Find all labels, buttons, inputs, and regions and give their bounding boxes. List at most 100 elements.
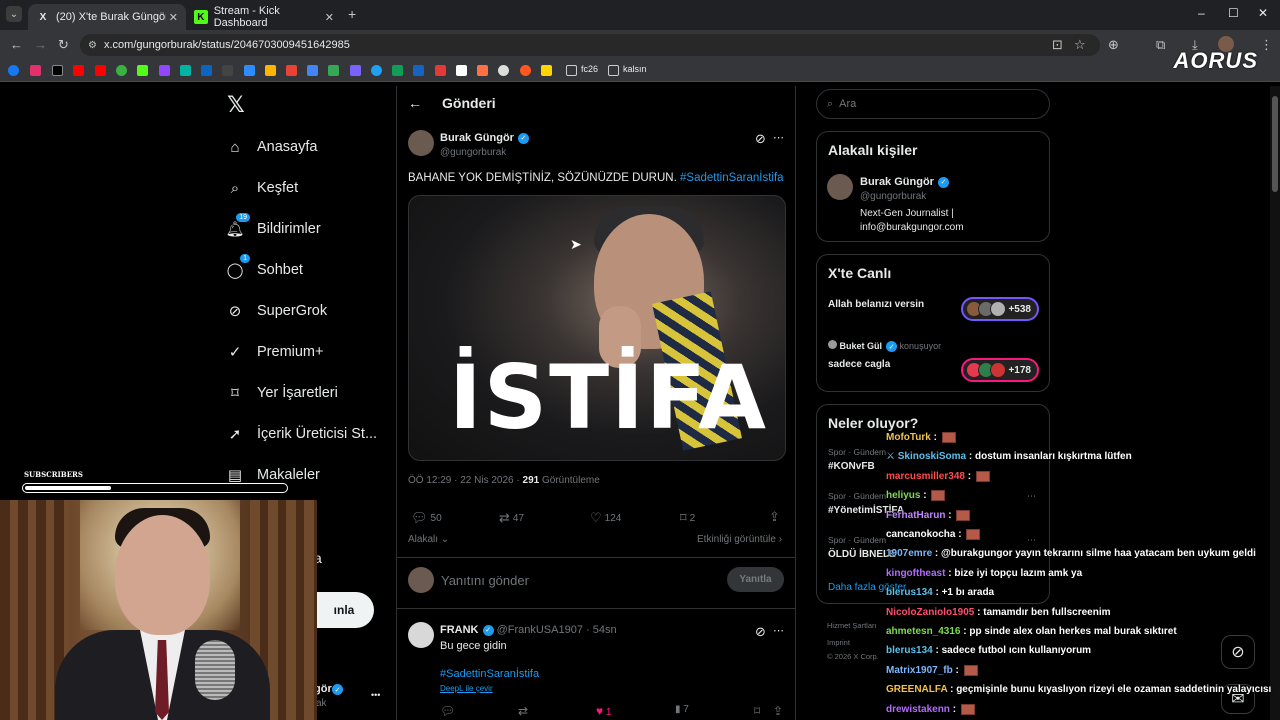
reply-hashtag-link[interactable]: #SadettinSaranİstifa (440, 668, 539, 680)
chat-username[interactable]: GREENALFA (886, 684, 947, 695)
bookmark-youtube-icon[interactable] (73, 65, 84, 76)
chat-username[interactable]: SkinoskiSoma (898, 451, 966, 462)
trend-more-icon[interactable]: ⋯ (1027, 491, 1036, 502)
person-name[interactable]: Burak Güngör ✓ (860, 176, 949, 188)
chat-username[interactable]: cancanokocha (886, 529, 955, 540)
bookmark-folder-fc26[interactable]: fc26 (581, 64, 598, 74)
space-listeners-pill[interactable]: +178 (961, 358, 1039, 382)
reply-more-icon[interactable]: ⋯ (773, 624, 784, 637)
scrollbar-thumb[interactable] (1272, 96, 1278, 192)
nav-creator-studio[interactable]: ➚ İçerik Üreticisi St... (226, 425, 377, 443)
reply-icon[interactable]: 💬︎ (440, 704, 455, 718)
bookmark-folder-kalsin[interactable]: kalsın (623, 64, 647, 74)
view-activity-link[interactable]: Etkinliği görüntüle › (697, 534, 782, 545)
space-title[interactable]: sadece cagla (828, 359, 890, 370)
window-close-button[interactable]: ✕ (1258, 6, 1268, 20)
forward-button[interactable]: → (34, 37, 47, 52)
chat-username[interactable]: 1907emre (886, 548, 932, 559)
bookmark-app-icon[interactable] (477, 65, 488, 76)
nav-home[interactable]: ⌂ Anasayfa (226, 138, 317, 156)
bookmark-gmail-icon[interactable] (286, 65, 297, 76)
hashtag-link[interactable]: #SadettinSaranİstifa (680, 172, 784, 184)
author-avatar[interactable] (408, 130, 434, 156)
bookmark-app-icon[interactable] (520, 65, 531, 76)
share-icon[interactable]: ⇪ (769, 509, 780, 525)
person-handle[interactable]: @gungorburak (860, 191, 926, 202)
bookmark-facebook-icon[interactable] (8, 65, 19, 76)
reload-button[interactable]: ↻ (58, 37, 69, 53)
bookmark-drive-icon[interactable] (328, 65, 339, 76)
close-tab-icon[interactable]: ✕ (169, 11, 178, 24)
bookmark-app-icon[interactable] (180, 65, 191, 76)
reply-author-avatar[interactable] (408, 622, 434, 648)
post-image[interactable]: İSTİFA (408, 195, 786, 461)
author-name[interactable]: Burak Güngör ✓ (440, 132, 529, 144)
minimize-button[interactable]: – (1198, 6, 1205, 20)
bookmark-app-icon[interactable] (435, 65, 446, 76)
bookmark-app-icon[interactable] (265, 65, 276, 76)
site-info-icon[interactable]: ⚙ (88, 40, 97, 51)
bookmark-linkedin-icon[interactable] (201, 65, 212, 76)
chat-username[interactable]: ahmetesn_4316 (886, 626, 961, 637)
grok-icon[interactable]: ⊘ (755, 624, 766, 640)
bookmark-app-icon[interactable] (456, 65, 467, 76)
bookmark-app-icon[interactable] (222, 65, 233, 76)
bookmark-app-icon[interactable] (392, 65, 403, 76)
grok-icon[interactable]: ⊘ (755, 131, 766, 147)
tab-x-post[interactable]: X (20) X'te Burak Güngör: "BAHAN ✕ (28, 4, 186, 30)
chat-username[interactable]: drewistakenn (886, 704, 950, 715)
account-menu-icon[interactable]: ••• (371, 690, 380, 700)
bookmark-app-icon[interactable] (498, 65, 509, 76)
translate-link[interactable]: DeepL ile çevir (440, 684, 493, 693)
chat-username[interactable]: Matrix1907_fb (886, 665, 953, 676)
footer-terms-link[interactable]: Hizmet Şartları (827, 621, 877, 630)
reply-stat[interactable]: 💬︎ 50 (411, 510, 442, 526)
post-more-icon[interactable]: ⋯ (773, 131, 784, 144)
chat-username[interactable]: FerhatHarun (886, 510, 945, 521)
bookmark-app-icon[interactable] (244, 65, 255, 76)
grok-float-button[interactable]: ⊘ (1221, 635, 1255, 669)
extension-icon[interactable]: ⊕ (1108, 37, 1119, 53)
extensions-puzzle-icon[interactable]: ⧉ (1156, 37, 1165, 53)
repost-icon[interactable]: ⇄ (518, 704, 528, 718)
chat-username[interactable]: NicoloZaniolo1905 (886, 607, 974, 618)
star-icon[interactable]: ☆ (1074, 37, 1086, 53)
back-button[interactable]: ← (10, 37, 23, 52)
person-avatar[interactable] (827, 174, 853, 200)
bookmark-app-icon[interactable] (413, 65, 424, 76)
footer-imprint-link[interactable]: Imprint (827, 638, 850, 647)
reply-views-stat[interactable]: ▮ 7 (675, 704, 689, 715)
bookmark-icon[interactable]: ⌑ (754, 704, 760, 718)
chat-username[interactable]: kingoftheast (886, 568, 945, 579)
nav-messages[interactable]: ◯ 1 Sohbet (226, 254, 303, 279)
maximize-button[interactable]: ☐ (1228, 6, 1239, 20)
page-scrollbar[interactable] (1270, 86, 1280, 720)
nav-articles[interactable]: ▤ Makaleler (226, 466, 320, 484)
bookmark-twitch-icon[interactable] (159, 65, 170, 76)
bookmark-green-icon[interactable] (116, 65, 127, 76)
repost-stat[interactable]: ⇄ 47 (499, 510, 524, 526)
reply-like-stat[interactable]: ♥ 1 (596, 704, 611, 718)
install-icon[interactable]: ⊡ (1052, 37, 1063, 53)
bookmark-instagram-icon[interactable] (30, 65, 41, 76)
x-logo[interactable]: 𝕏 (227, 92, 245, 118)
bookmark-app-icon[interactable] (541, 65, 552, 76)
chat-username[interactable]: blerus134 (886, 645, 933, 656)
url-field[interactable]: ⚙ x.com/gungorburak/status/2046703009451… (80, 34, 1100, 56)
chat-username[interactable]: marcusmiller348 (886, 471, 965, 482)
bookmark-app-icon[interactable] (371, 65, 382, 76)
like-stat[interactable]: ♡ 124 (590, 510, 621, 526)
reply-input[interactable]: Yanıtını gönder (441, 573, 529, 588)
nav-bookmarks[interactable]: ⌑ Yer İşaretleri (226, 384, 338, 402)
trend-item[interactable]: #KONvFB (828, 461, 875, 472)
tab-search-button[interactable]: ⌄ (6, 6, 22, 22)
nav-explore[interactable]: ⌕ Keşfet (226, 179, 298, 197)
bookmark-docs-icon[interactable] (307, 65, 318, 76)
share-icon[interactable]: ⇪ (773, 704, 783, 718)
chat-username[interactable]: blerus134 (886, 587, 933, 598)
space-listeners-pill[interactable]: +538 (961, 297, 1039, 321)
bookmark-kick-icon[interactable] (137, 65, 148, 76)
back-arrow-icon[interactable]: ← (408, 95, 422, 111)
reply-button[interactable]: Yanıtla (727, 567, 784, 592)
nav-premium[interactable]: ✓ Premium+ (226, 343, 324, 361)
